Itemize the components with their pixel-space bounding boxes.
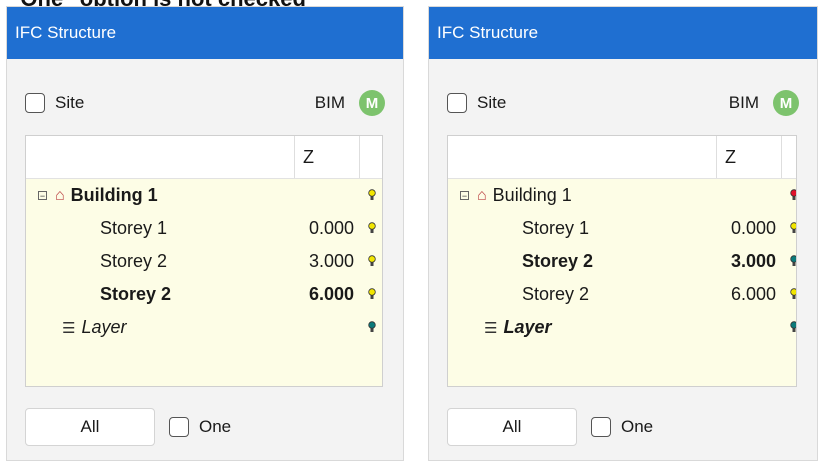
z-value: 3.000	[308, 251, 354, 271]
z-value: 6.000	[730, 284, 776, 304]
visibility-bulb-icon[interactable]	[368, 288, 376, 300]
tree-node-storey[interactable]: Storey 1 0.000	[448, 212, 796, 245]
tree-node-layer[interactable]: ☰ Layer	[448, 311, 796, 344]
tree-node-storey[interactable]: Storey 1 0.000	[26, 212, 382, 245]
structure-tree: Z − ⌂ Building 1 Storey 1 0.000 Storey 2 3.000…	[447, 135, 797, 387]
bim-mode-badge[interactable]: M	[359, 90, 385, 116]
tree-node-building[interactable]: − ⌂ Building 1	[448, 179, 796, 212]
bottom-controls: All One	[447, 407, 799, 447]
tree-node-building[interactable]: − ⌂ Building 1	[26, 179, 382, 212]
node-label: Building 1	[492, 185, 572, 205]
ifc-structure-panel-right: IFC Structure Site BIM M Z − ⌂ Building 1 S…	[428, 6, 818, 461]
ifc-structure-panel-left: IFC Structure Site BIM M Z − ⌂ Building 1 S…	[6, 6, 404, 461]
visibility-bulb-icon[interactable]	[368, 189, 376, 201]
z-value: 6.000	[308, 284, 354, 304]
z-column-header[interactable]: Z	[716, 136, 782, 178]
tree-node-storey[interactable]: Storey 2 3.000	[448, 245, 796, 278]
site-label: Site	[477, 93, 507, 112]
bim-label: BIM	[314, 93, 345, 112]
site-checkbox[interactable]	[25, 93, 45, 113]
visibility-bulb-icon[interactable]	[790, 255, 797, 267]
z-header-label: Z	[725, 146, 736, 167]
tree-rows: − ⌂ Building 1 Storey 1 0.000 Storey 2 3.000 St…	[448, 179, 796, 344]
z-value: 0.000	[308, 218, 354, 238]
bim-mode-badge[interactable]: M	[773, 90, 799, 116]
node-label: Building 1	[70, 185, 158, 205]
one-checkbox[interactable]	[169, 417, 189, 437]
z-header-label: Z	[303, 146, 314, 167]
structure-tree: Z − ⌂ Building 1 Storey 1 0.000 Storey 2 3.000…	[25, 135, 383, 387]
visibility-bulb-icon[interactable]	[790, 321, 797, 333]
node-label: Storey 2	[100, 251, 168, 271]
tree-header: Z	[26, 136, 382, 179]
visibility-bulb-icon[interactable]	[368, 321, 376, 333]
panel-titlebar: IFC Structure	[429, 7, 817, 59]
visibility-bulb-icon[interactable]	[790, 288, 797, 300]
bottom-controls: All One	[25, 407, 385, 447]
all-button[interactable]: All	[25, 408, 155, 446]
node-label: Layer	[81, 317, 127, 337]
site-checkbox[interactable]	[447, 93, 467, 113]
site-label: Site	[55, 93, 85, 112]
panel-titlebar: IFC Structure	[7, 7, 403, 59]
site-row: Site BIM M	[447, 87, 799, 119]
node-label: Storey 2	[100, 284, 172, 304]
one-checkbox[interactable]	[591, 417, 611, 437]
tree-header: Z	[448, 136, 796, 179]
collapse-icon[interactable]: −	[38, 191, 47, 201]
tree-node-storey[interactable]: Storey 2 6.000	[448, 278, 796, 311]
panel-title: IFC Structure	[15, 23, 117, 42]
tree-node-storey[interactable]: Storey 2 3.000	[26, 245, 382, 278]
visibility-bulb-icon[interactable]	[790, 189, 797, 201]
all-button-label: All	[80, 417, 100, 436]
tree-rows: − ⌂ Building 1 Storey 1 0.000 Storey 2 3.000 St…	[26, 179, 382, 344]
layer-icon: ☰	[484, 319, 498, 337]
visibility-bulb-icon[interactable]	[368, 222, 376, 234]
z-value: 3.000	[730, 251, 776, 271]
building-icon: ⌂	[55, 186, 65, 204]
z-value: 0.000	[730, 218, 776, 238]
site-row: Site BIM M	[25, 87, 385, 119]
tree-node-storey[interactable]: Storey 2 6.000	[26, 278, 382, 311]
one-label: One	[621, 417, 654, 436]
node-label: Storey 2	[522, 251, 594, 271]
all-button-label: All	[502, 417, 522, 436]
all-button[interactable]: All	[447, 408, 577, 446]
collapse-icon[interactable]: −	[460, 191, 469, 201]
visibility-bulb-icon[interactable]	[368, 255, 376, 267]
bim-label: BIM	[728, 93, 759, 112]
node-label: Storey 1	[100, 218, 168, 238]
layer-icon: ☰	[62, 319, 76, 337]
tree-node-layer[interactable]: ☰ Layer	[26, 311, 382, 344]
z-column-header[interactable]: Z	[294, 136, 360, 178]
panel-title: IFC Structure	[437, 23, 539, 42]
one-label: One	[199, 417, 232, 436]
node-label: Layer	[503, 317, 552, 337]
building-icon: ⌂	[477, 186, 487, 204]
visibility-bulb-icon[interactable]	[790, 222, 797, 234]
node-label: Storey 1	[522, 218, 590, 238]
node-label: Storey 2	[522, 284, 590, 304]
